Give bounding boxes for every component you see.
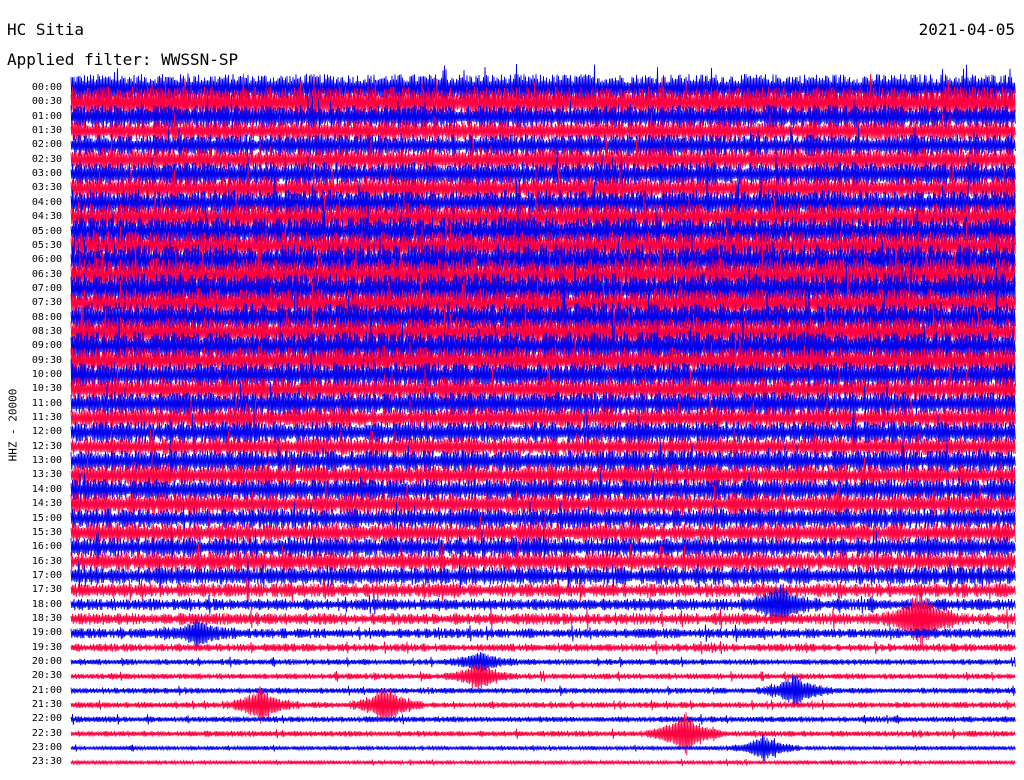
trace-row <box>70 664 1016 689</box>
trace-row <box>70 652 1016 672</box>
trace-row <box>70 734 1016 762</box>
helicorder-plot <box>70 63 1016 766</box>
trace-row <box>70 713 1016 725</box>
trace-row <box>70 758 1016 766</box>
trace-row <box>70 640 1016 655</box>
trace-row <box>70 674 1016 707</box>
